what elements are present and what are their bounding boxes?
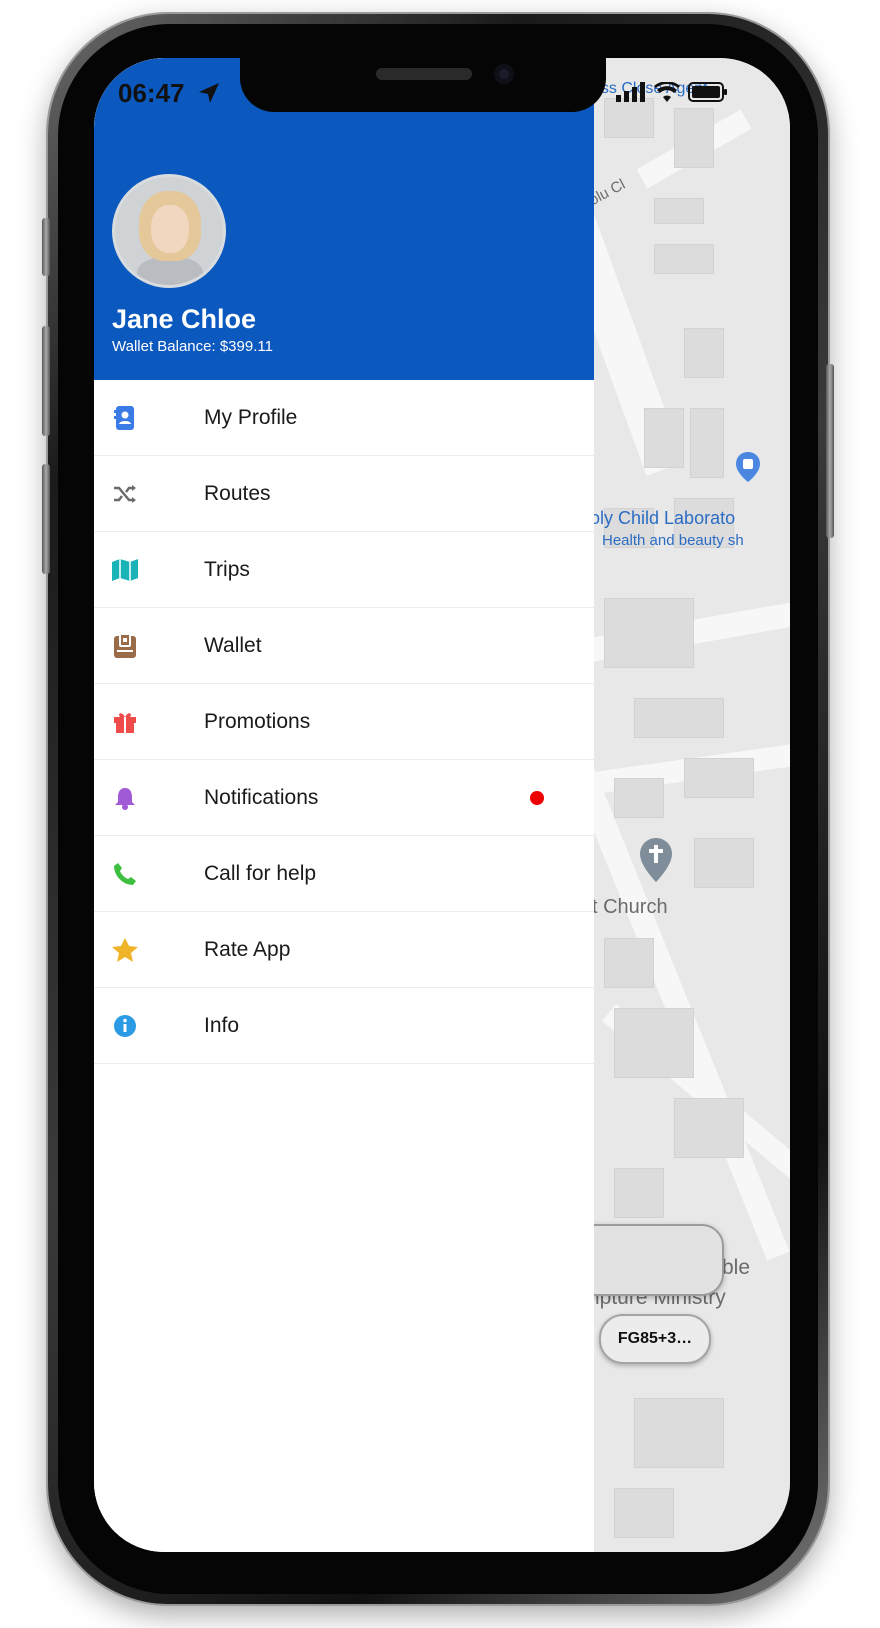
unread-notification-dot	[530, 790, 544, 805]
battery-icon	[688, 82, 728, 107]
menu-label: Trips	[204, 557, 250, 581]
menu-label: Promotions	[204, 709, 311, 733]
map-label-place[interactable]: oly Child Laborato	[590, 508, 735, 529]
menu-item-routes[interactable]: Routes	[94, 456, 594, 532]
menu-item-call-for-help[interactable]: Call for help	[94, 836, 594, 912]
shuffle-icon	[112, 481, 138, 507]
phone-icon	[112, 861, 138, 887]
navigation-drawer: Jane Chloe Wallet Balance: $399.11 My Pr…	[94, 58, 594, 1552]
plus-code-chip[interactable]: FG85+3…	[599, 1314, 711, 1364]
map-icon	[112, 557, 138, 583]
menu-item-my-profile[interactable]: My Profile	[94, 380, 594, 456]
menu-label: Notifications	[204, 785, 319, 809]
menu-label: My Profile	[204, 405, 298, 429]
menu-label: Rate App	[204, 937, 291, 961]
star-icon	[112, 937, 138, 963]
wifi-icon	[654, 81, 680, 107]
drawer-menu: My Profile Routes Trips Wallet Promotion…	[94, 380, 594, 1064]
user-name: Jane Chloe	[112, 304, 257, 334]
gift-icon	[112, 709, 138, 735]
volume-up-button	[42, 326, 50, 436]
menu-item-wallet[interactable]: Wallet	[94, 608, 594, 684]
status-time: 06:47	[118, 78, 185, 108]
menu-item-rate-app[interactable]: Rate App	[94, 912, 594, 988]
location-arrow-icon	[198, 82, 220, 109]
bell-icon	[112, 785, 138, 811]
church-pin-icon[interactable]	[640, 838, 672, 882]
contact-book-icon	[112, 405, 138, 431]
menu-label: Info	[204, 1013, 240, 1037]
menu-label: Wallet	[204, 633, 262, 657]
screen: ess Close Agent olu Cl oly Child Laborat…	[94, 58, 790, 1552]
menu-label: Call for help	[204, 861, 317, 885]
status-indicators	[616, 81, 728, 107]
wallet-icon	[112, 633, 138, 659]
cellular-signal-icon	[616, 82, 646, 107]
notch	[240, 58, 606, 112]
menu-item-notifications[interactable]: Notifications	[94, 760, 594, 836]
map-label-church[interactable]: t Church	[592, 896, 668, 919]
menu-item-trips[interactable]: Trips	[94, 532, 594, 608]
volume-down-button	[42, 464, 50, 574]
map-label-place-category: Health and beauty sh	[602, 532, 744, 549]
location-pin-icon[interactable]	[736, 452, 760, 482]
power-button	[826, 364, 834, 538]
silent-switch	[42, 218, 50, 276]
info-icon	[112, 1013, 138, 1039]
menu-item-promotions[interactable]: Promotions	[94, 684, 594, 760]
wallet-balance: Wallet Balance: $399.11	[112, 338, 273, 355]
menu-label: Routes	[204, 481, 271, 505]
avatar[interactable]	[112, 174, 226, 288]
map-label-bottom-1: ble	[722, 1256, 751, 1279]
menu-item-info[interactable]: Info	[94, 988, 594, 1064]
